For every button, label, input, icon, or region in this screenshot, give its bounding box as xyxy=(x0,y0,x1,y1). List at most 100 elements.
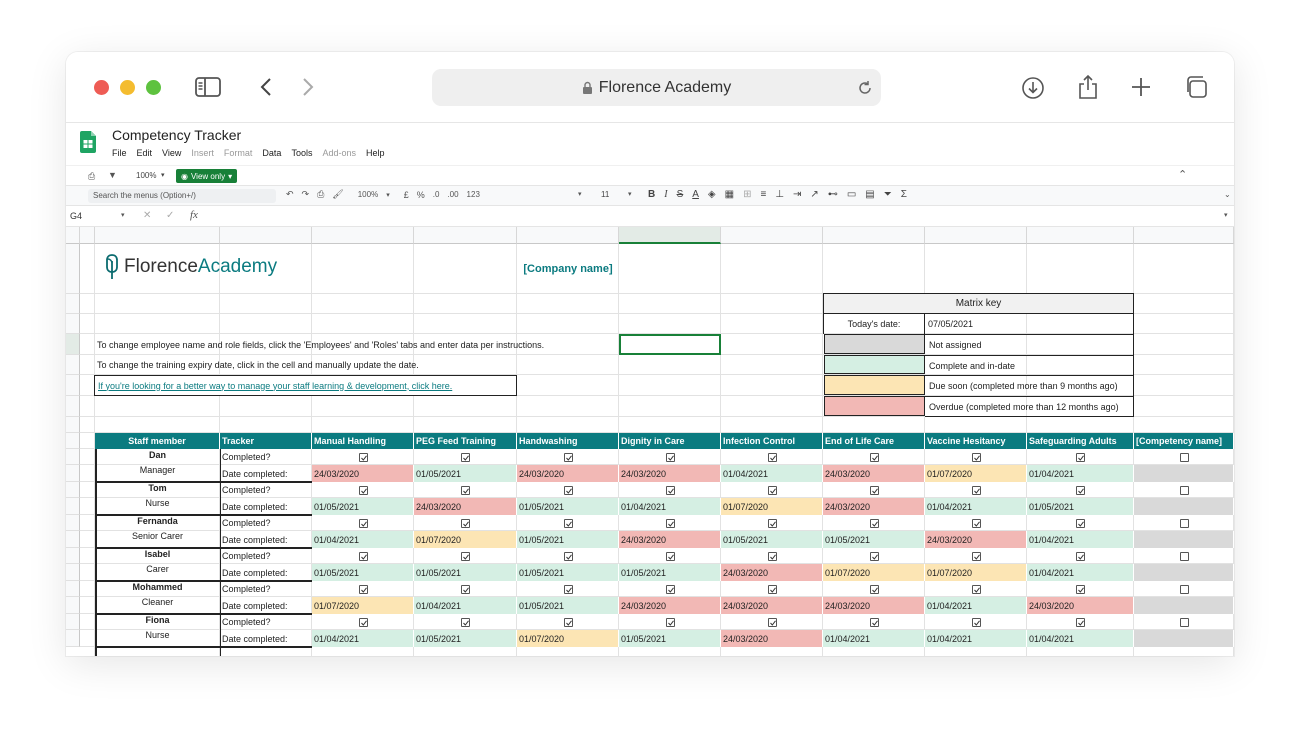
view-only-button[interactable]: ◉ View only ▾ xyxy=(176,169,238,183)
row-header[interactable] xyxy=(66,581,80,597)
completed-checkbox[interactable] xyxy=(1179,452,1189,462)
column-header[interactable] xyxy=(823,227,925,244)
menu-insert[interactable]: Insert xyxy=(191,148,214,158)
download-icon[interactable] xyxy=(1021,76,1045,100)
date-completed-cell[interactable]: 01/04/2021 xyxy=(925,597,1027,614)
date-completed-cell[interactable]: 24/03/2020 xyxy=(414,498,517,515)
completed-checkbox[interactable] xyxy=(1076,617,1085,627)
completed-checkbox[interactable] xyxy=(461,518,470,528)
date-completed-cell[interactable]: 24/03/2020 xyxy=(619,531,721,548)
menu-tools[interactable]: Tools xyxy=(291,148,312,158)
completed-checkbox[interactable] xyxy=(358,551,368,561)
completed-checkbox[interactable] xyxy=(1179,551,1189,561)
forward-icon[interactable] xyxy=(298,76,318,98)
completed-checkbox[interactable] xyxy=(1076,452,1085,462)
menu-file[interactable]: File xyxy=(112,148,127,158)
completed-checkbox[interactable] xyxy=(767,518,777,528)
name-box[interactable]: G4 xyxy=(70,211,82,221)
print-icon[interactable]: ⎙ xyxy=(317,189,324,200)
date-completed-cell[interactable]: 01/07/2020 xyxy=(925,465,1027,482)
row-header[interactable] xyxy=(66,294,80,314)
date-completed-cell[interactable]: 01/05/2021 xyxy=(619,630,721,647)
column-header[interactable] xyxy=(80,227,95,244)
completed-checkbox[interactable] xyxy=(461,452,470,462)
date-completed-cell[interactable]: 01/05/2021 xyxy=(823,531,925,548)
completed-checkbox[interactable] xyxy=(869,452,879,462)
sheets-logo-icon[interactable] xyxy=(80,131,96,153)
share-icon[interactable] xyxy=(1076,74,1100,100)
font-size-select[interactable]: 11 xyxy=(601,190,609,199)
date-completed-cell[interactable]: 01/04/2021 xyxy=(414,597,517,614)
merge-cells-icon[interactable]: ⊞ xyxy=(743,189,751,200)
percent-button[interactable]: % xyxy=(417,190,425,200)
menu-view[interactable]: View xyxy=(162,148,181,158)
completed-checkbox[interactable] xyxy=(461,584,470,594)
back-icon[interactable] xyxy=(256,76,276,98)
row-header[interactable] xyxy=(66,482,80,498)
date-completed-cell[interactable]: 24/03/2020 xyxy=(721,564,823,581)
print-icon[interactable]: ⎙ xyxy=(88,171,95,182)
comment-icon[interactable]: ▭ xyxy=(847,189,856,200)
date-completed-cell[interactable] xyxy=(1134,531,1234,548)
completed-checkbox[interactable] xyxy=(1076,584,1085,594)
completed-checkbox[interactable] xyxy=(665,518,675,528)
date-completed-cell[interactable]: 24/03/2020 xyxy=(823,597,925,614)
date-completed-cell[interactable]: 01/05/2021 xyxy=(619,564,721,581)
row-header[interactable] xyxy=(66,375,80,396)
date-completed-cell[interactable]: 01/05/2021 xyxy=(517,498,619,515)
completed-checkbox[interactable] xyxy=(358,617,368,627)
date-completed-cell[interactable]: 01/07/2020 xyxy=(414,531,517,548)
borders-icon[interactable]: ▦ xyxy=(725,189,734,200)
column-header[interactable] xyxy=(220,227,312,244)
date-completed-cell[interactable]: 01/04/2021 xyxy=(1027,531,1134,548)
row-header[interactable] xyxy=(66,614,80,630)
column-header[interactable] xyxy=(1027,227,1134,244)
spreadsheet-grid[interactable]: Florence Academy [Company name] To change e… xyxy=(66,227,1234,656)
zoom-select-small[interactable]: 100% xyxy=(136,171,156,180)
completed-checkbox[interactable] xyxy=(971,452,981,462)
date-completed-cell[interactable]: 01/07/2020 xyxy=(517,630,619,647)
row-header[interactable] xyxy=(66,597,80,614)
date-completed-cell[interactable]: 24/03/2020 xyxy=(619,597,721,614)
decrease-decimal-button[interactable]: .0 xyxy=(433,190,440,199)
row-header[interactable] xyxy=(66,334,80,355)
date-completed-cell[interactable]: 01/04/2021 xyxy=(721,465,823,482)
completed-checkbox[interactable] xyxy=(971,584,981,594)
minimize-window-button[interactable] xyxy=(120,80,135,95)
menu-edit[interactable]: Edit xyxy=(137,148,153,158)
row-header[interactable] xyxy=(66,498,80,515)
date-completed-cell[interactable]: 01/05/2021 xyxy=(517,531,619,548)
search-menus-input[interactable]: Search the menus (Option+/) xyxy=(88,189,276,203)
number-format-button[interactable]: 123 xyxy=(467,190,480,199)
completed-checkbox[interactable] xyxy=(563,452,573,462)
functions-icon[interactable]: Σ xyxy=(901,189,907,200)
completed-checkbox[interactable] xyxy=(563,485,573,495)
filter-icon[interactable]: ⏷ xyxy=(884,189,892,200)
date-completed-cell[interactable] xyxy=(1134,498,1234,515)
row-header[interactable] xyxy=(66,515,80,531)
row-header[interactable] xyxy=(66,396,80,417)
completed-checkbox[interactable] xyxy=(665,617,675,627)
completed-checkbox[interactable] xyxy=(971,551,981,561)
date-completed-cell[interactable]: 01/05/2021 xyxy=(312,564,414,581)
date-completed-cell[interactable]: 01/05/2021 xyxy=(414,630,517,647)
filter-icon[interactable]: ▼ xyxy=(108,170,117,180)
row-header[interactable] xyxy=(66,314,80,334)
column-header[interactable] xyxy=(95,227,220,244)
date-completed-cell[interactable]: 01/07/2020 xyxy=(925,564,1027,581)
completed-checkbox[interactable] xyxy=(1179,617,1189,627)
date-completed-cell[interactable]: 01/07/2020 xyxy=(823,564,925,581)
fill-color-icon[interactable]: ◈ xyxy=(708,189,716,200)
column-header[interactable] xyxy=(312,227,414,244)
completed-checkbox[interactable] xyxy=(563,551,573,561)
column-header[interactable] xyxy=(517,227,619,244)
completed-checkbox[interactable] xyxy=(1076,518,1085,528)
completed-checkbox[interactable] xyxy=(665,485,675,495)
date-completed-cell[interactable]: 24/03/2020 xyxy=(312,465,414,482)
date-completed-cell[interactable]: 01/05/2021 xyxy=(414,465,517,482)
align-vertical-icon[interactable]: ⊥ xyxy=(775,189,784,200)
row-header[interactable] xyxy=(66,355,80,375)
completed-checkbox[interactable] xyxy=(869,584,879,594)
align-horizontal-icon[interactable]: ≡ xyxy=(760,189,766,200)
reload-icon[interactable] xyxy=(857,80,873,96)
